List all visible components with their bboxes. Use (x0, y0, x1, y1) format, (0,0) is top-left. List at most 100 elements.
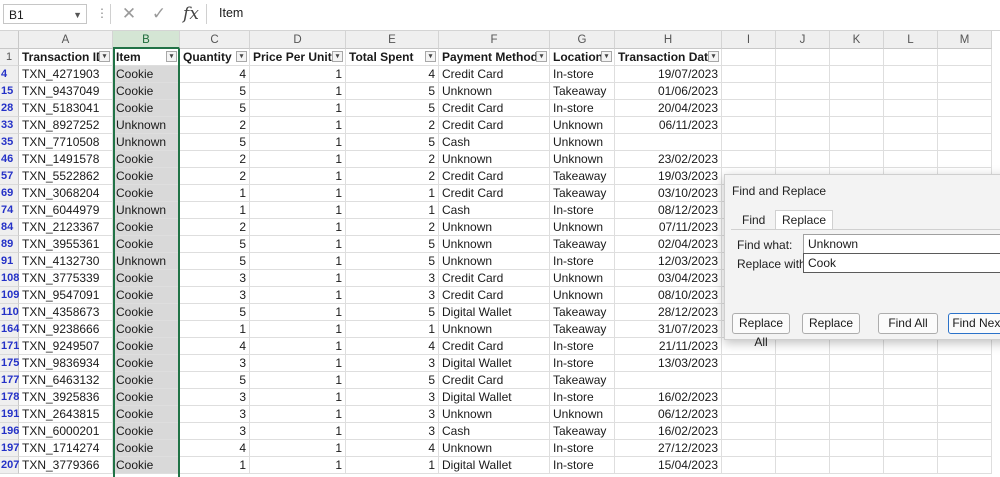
table-cell[interactable]: 1 (346, 185, 439, 202)
table-cell[interactable] (615, 134, 722, 151)
replace-button[interactable]: Replace (802, 313, 860, 334)
column-header-d[interactable]: D (250, 31, 346, 49)
table-cell[interactable]: In-store (550, 253, 615, 270)
table-cell[interactable]: Unknown (439, 236, 550, 253)
filter-dropdown-icon[interactable]: ▾ (99, 51, 110, 62)
check-icon[interactable]: ✓ (148, 3, 170, 25)
table-cell[interactable]: Cookie (113, 168, 180, 185)
empty-cell[interactable] (830, 66, 884, 83)
table-cell[interactable]: 1 (250, 457, 346, 474)
table-cell[interactable]: Takeaway (550, 83, 615, 100)
table-cell[interactable]: 5 (180, 134, 250, 151)
column-header-l[interactable]: L (884, 31, 938, 49)
empty-cell[interactable] (938, 440, 992, 457)
table-cell[interactable]: 16/02/2023 (615, 389, 722, 406)
empty-cell[interactable] (884, 338, 938, 355)
table-cell[interactable]: 5 (346, 83, 439, 100)
table-cell[interactable]: TXN_2123367 (19, 219, 113, 236)
empty-cell[interactable] (776, 457, 830, 474)
header-cell[interactable]: Price Per Unit ▾ (250, 49, 346, 66)
empty-cell[interactable] (776, 355, 830, 372)
table-cell[interactable]: 4 (180, 66, 250, 83)
insert-function-icon[interactable]: fx (180, 3, 202, 25)
empty-cell[interactable] (776, 83, 830, 100)
empty-cell[interactable] (776, 372, 830, 389)
table-cell[interactable]: 08/10/2023 (615, 287, 722, 304)
table-cell[interactable]: 1 (250, 66, 346, 83)
table-cell[interactable]: 4 (180, 338, 250, 355)
find-next-button[interactable]: Find Next (948, 313, 1000, 334)
table-cell[interactable]: 5 (346, 253, 439, 270)
table-cell[interactable]: Credit Card (439, 185, 550, 202)
table-cell[interactable]: 1 (250, 304, 346, 321)
row-header[interactable]: 178 (0, 389, 19, 406)
row-header[interactable]: 15 (0, 83, 19, 100)
table-cell[interactable]: 1 (250, 185, 346, 202)
table-cell[interactable]: Unknown (550, 219, 615, 236)
table-cell[interactable]: TXN_1491578 (19, 151, 113, 168)
empty-cell[interactable] (776, 406, 830, 423)
table-cell[interactable]: 5 (346, 304, 439, 321)
empty-cell[interactable] (722, 355, 776, 372)
empty-cell[interactable] (830, 406, 884, 423)
formula-input[interactable]: Item (219, 6, 243, 20)
table-cell[interactable]: Cookie (113, 219, 180, 236)
table-cell[interactable]: Unknown (550, 117, 615, 134)
table-cell[interactable]: Credit Card (439, 100, 550, 117)
empty-cell[interactable] (884, 83, 938, 100)
table-cell[interactable]: TXN_3068204 (19, 185, 113, 202)
table-cell[interactable]: TXN_1714274 (19, 440, 113, 457)
table-cell[interactable]: Digital Wallet (439, 355, 550, 372)
table-cell[interactable]: 1 (180, 321, 250, 338)
table-cell[interactable]: 19/07/2023 (615, 66, 722, 83)
table-cell[interactable]: TXN_9547091 (19, 287, 113, 304)
empty-cell[interactable] (830, 49, 884, 66)
row-header[interactable]: 35 (0, 134, 19, 151)
row-header[interactable]: 28 (0, 100, 19, 117)
empty-cell[interactable] (884, 49, 938, 66)
filter-dropdown-icon[interactable]: ▾ (601, 51, 612, 62)
table-cell[interactable]: 2 (346, 219, 439, 236)
table-cell[interactable]: 4 (346, 66, 439, 83)
table-cell[interactable]: 1 (250, 202, 346, 219)
empty-cell[interactable] (776, 49, 830, 66)
column-header-h[interactable]: H (615, 31, 722, 49)
empty-cell[interactable] (938, 372, 992, 389)
empty-cell[interactable] (830, 338, 884, 355)
table-cell[interactable]: 1 (180, 457, 250, 474)
empty-cell[interactable] (938, 355, 992, 372)
row-header[interactable]: 91 (0, 253, 19, 270)
table-cell[interactable]: TXN_3779366 (19, 457, 113, 474)
table-cell[interactable]: Unknown (550, 270, 615, 287)
table-cell[interactable]: 3 (180, 270, 250, 287)
row-header[interactable]: 207 (0, 457, 19, 474)
empty-cell[interactable] (884, 372, 938, 389)
table-cell[interactable]: 13/03/2023 (615, 355, 722, 372)
table-cell[interactable]: 5 (180, 236, 250, 253)
table-cell[interactable]: 4 (180, 440, 250, 457)
filter-dropdown-icon[interactable]: ▾ (708, 51, 719, 62)
table-cell[interactable]: 12/03/2023 (615, 253, 722, 270)
table-cell[interactable]: Cash (439, 134, 550, 151)
table-cell[interactable]: Unknown (439, 219, 550, 236)
row-header[interactable]: 191 (0, 406, 19, 423)
empty-cell[interactable] (938, 83, 992, 100)
column-header-k[interactable]: K (830, 31, 884, 49)
empty-cell[interactable] (830, 372, 884, 389)
empty-cell[interactable] (830, 134, 884, 151)
table-cell[interactable]: Unknown (439, 253, 550, 270)
table-cell[interactable]: In-store (550, 202, 615, 219)
empty-cell[interactable] (722, 423, 776, 440)
header-cell[interactable]: Quantity ▾ (180, 49, 250, 66)
empty-cell[interactable] (938, 389, 992, 406)
empty-cell[interactable] (776, 440, 830, 457)
table-cell[interactable]: 3 (180, 423, 250, 440)
table-cell[interactable]: 08/12/2023 (615, 202, 722, 219)
table-cell[interactable]: Takeaway (550, 304, 615, 321)
table-cell[interactable]: 1 (250, 389, 346, 406)
table-cell[interactable]: Cookie (113, 321, 180, 338)
table-cell[interactable]: Cookie (113, 287, 180, 304)
table-cell[interactable]: In-store (550, 338, 615, 355)
table-cell[interactable]: TXN_3925836 (19, 389, 113, 406)
filter-dropdown-icon[interactable]: ▾ (166, 51, 177, 62)
